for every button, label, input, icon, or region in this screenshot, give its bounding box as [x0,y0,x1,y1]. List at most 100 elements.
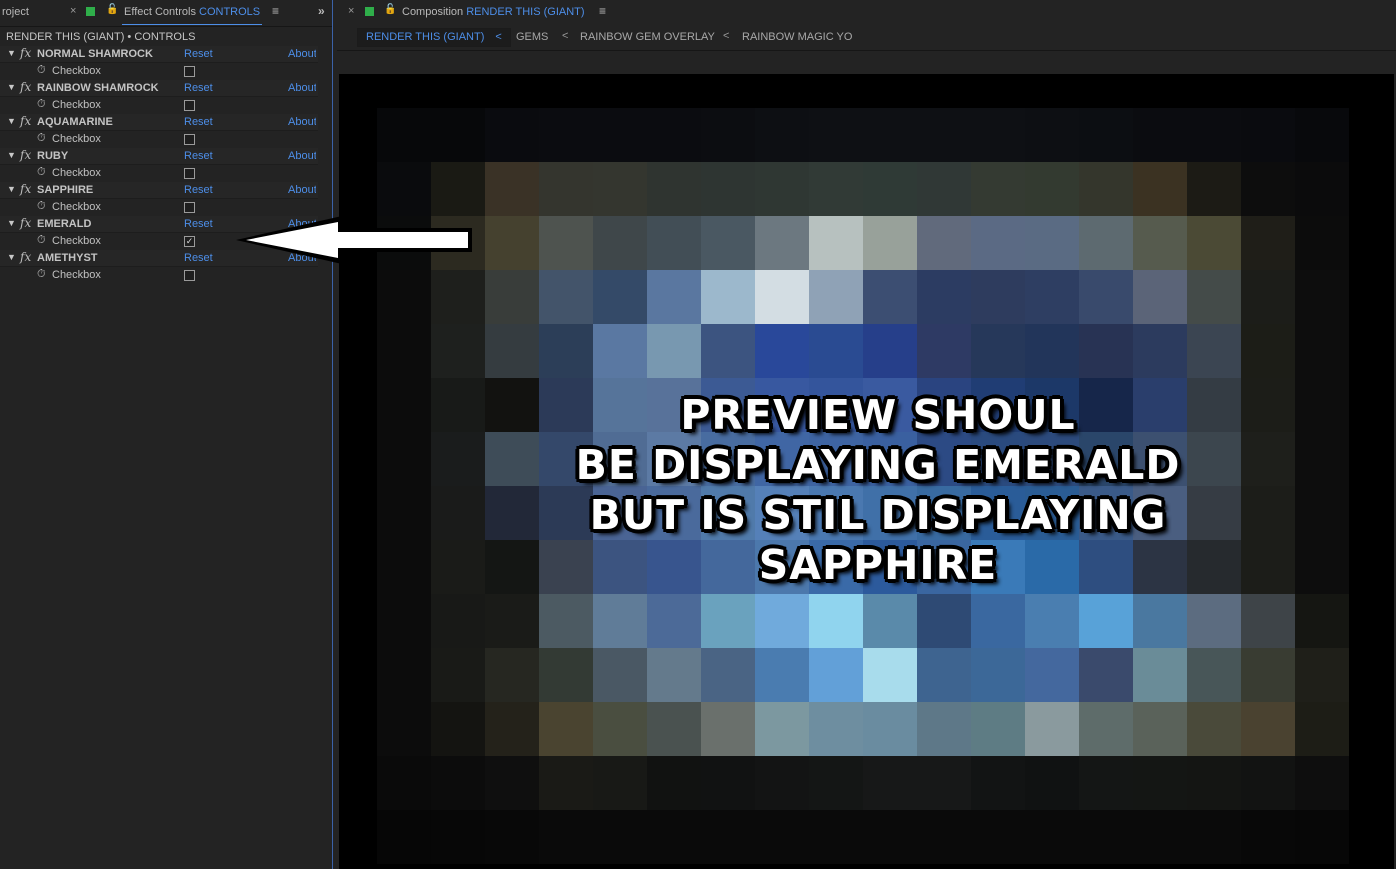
reset-link[interactable]: Reset [184,116,213,128]
flow-item-rainbow-gem-overlay[interactable]: RAINBOW GEM OVERLAY [580,31,715,43]
collapse-triangle-icon[interactable]: ▼ [7,48,16,58]
checkbox[interactable] [184,168,195,179]
breadcrumb: RENDER THIS (GIANT) • CONTROLS [6,31,196,43]
effect-controls-tab[interactable]: Effect Controls CONTROLS [124,6,260,18]
about-link[interactable]: About [288,48,316,60]
about-link[interactable]: About [288,82,316,94]
composition-tab[interactable]: Composition RENDER THIS (GIANT) [402,6,585,18]
checkbox[interactable] [184,202,195,213]
label-color-swatch [86,7,95,16]
overlay-line: BE DISPLAYING EMERALD [575,441,1181,489]
reset-link[interactable]: Reset [184,252,213,264]
checkbox-label: Checkbox [52,133,101,145]
checkbox-label: Checkbox [52,65,101,77]
flow-active-comp[interactable]: RENDER THIS (GIANT) < [357,28,511,47]
lock-icon[interactable]: 🔓 [106,4,118,15]
effect-name: SAPPHIRE [37,184,94,196]
stopwatch-icon[interactable]: ⏱ [37,64,46,77]
reset-link[interactable]: Reset [184,48,213,60]
checkbox[interactable] [184,100,195,111]
checkbox[interactable]: ✓ [184,236,195,247]
checkbox-property-row: ⏱ Checkbox [0,165,318,182]
stopwatch-icon[interactable]: ⏱ [37,166,46,179]
composition-name: RENDER THIS (GIANT) [466,6,585,18]
checkbox-property-row: ⏱ Checkbox [0,97,318,114]
lock-icon[interactable]: 🔓 [384,4,396,15]
fx-icon[interactable]: fx [20,250,31,264]
effect-row[interactable]: ▼ fx AQUAMARINE Reset About [0,114,318,131]
fx-icon[interactable]: fx [20,46,31,60]
checkbox-property-row: ⏱ Checkbox [0,131,318,148]
chevron-left-icon: < [723,30,730,42]
fx-icon[interactable]: fx [20,216,31,230]
about-link[interactable]: About [288,116,316,128]
stopwatch-icon[interactable]: ⏱ [37,132,46,145]
left-tab-strip: roject × 🔓 Effect Controls CONTROLS ≡ » [0,0,332,27]
stopwatch-icon[interactable]: ⏱ [37,200,46,213]
collapse-triangle-icon[interactable]: ▼ [7,184,16,194]
effect-name: NORMAL SHAMROCK [37,48,153,60]
composition-prefix: Composition [402,6,464,18]
panel-menu-icon[interactable]: ≡ [599,4,606,18]
overlay-line: BUT IS STIL DISPLAYING [589,491,1167,539]
overlay-line: SAPPHIRE [758,541,998,589]
overlay-line: PREVIEW SHOUL [680,391,1076,439]
chevron-left-icon: < [562,30,569,42]
composition-tab-strip: × 🔓 Composition RENDER THIS (GIANT) ≡ [337,0,1396,26]
collapse-triangle-icon[interactable]: ▼ [7,82,16,92]
checkbox-label: Checkbox [52,269,101,281]
effect-name: EMERALD [37,218,92,230]
collapse-triangle-icon[interactable]: ▼ [7,218,16,228]
composition-flow-bar: RENDER THIS (GIANT) < GEMS < RAINBOW GEM… [337,26,1396,51]
checkbox-label: Checkbox [52,167,101,179]
reset-link[interactable]: Reset [184,184,213,196]
effect-name: AQUAMARINE [37,116,113,128]
checkbox-property-row: ⏱ Checkbox [0,267,318,284]
collapse-triangle-icon[interactable]: ▼ [7,116,16,126]
fx-icon[interactable]: fx [20,80,31,94]
stopwatch-icon[interactable]: ⏱ [37,98,46,111]
checkbox-label: Checkbox [52,201,101,213]
arrow-annotation-icon [236,216,472,264]
checkbox[interactable] [184,270,195,281]
checkbox-label: Checkbox [52,235,101,247]
about-link[interactable]: About [288,184,316,196]
effect-name: RUBY [37,150,69,162]
close-icon[interactable]: × [348,5,354,17]
checkbox[interactable] [184,66,195,77]
effect-controls-panel: roject × 🔓 Effect Controls CONTROLS ≡ » … [0,0,333,869]
checkbox-label: Checkbox [52,99,101,111]
checkbox-property-row: ⏱ Checkbox [0,63,318,80]
overlay-annotation: PREVIEW SHOUL BE DISPLAYING EMERALD BUT … [540,390,1216,590]
stopwatch-icon[interactable]: ⏱ [37,268,46,281]
effect-name: AMETHYST [37,252,98,264]
fx-icon[interactable]: fx [20,114,31,128]
effect-row[interactable]: ▼ fx RUBY Reset About [0,148,318,165]
overflow-chevron-icon[interactable]: » [318,4,325,18]
effect-controls-tab-label: Effect Controls [124,6,196,18]
effect-row[interactable]: ▼ fx NORMAL SHAMROCK Reset About [0,46,318,63]
effect-row[interactable]: ▼ fx SAPPHIRE Reset About [0,182,318,199]
collapse-triangle-icon[interactable]: ▼ [7,252,16,262]
effect-name: RAINBOW SHAMROCK [37,82,159,94]
flow-active-label: RENDER THIS (GIANT) [366,31,485,43]
stopwatch-icon[interactable]: ⏱ [37,234,46,247]
reset-link[interactable]: Reset [184,218,213,230]
checkbox[interactable] [184,134,195,145]
close-icon[interactable]: × [70,5,76,17]
reset-link[interactable]: Reset [184,82,213,94]
flow-item-gems[interactable]: GEMS [516,31,548,43]
effect-row[interactable]: ▼ fx RAINBOW SHAMROCK Reset About [0,80,318,97]
about-link[interactable]: About [288,150,316,162]
label-color-swatch [365,7,374,16]
active-tab-underline [122,24,262,25]
collapse-triangle-icon[interactable]: ▼ [7,150,16,160]
chevron-left-icon: < [495,31,502,43]
panel-menu-icon[interactable]: ≡ [272,4,279,18]
effect-controls-tab-target: CONTROLS [199,6,261,18]
fx-icon[interactable]: fx [20,182,31,196]
flow-item-rainbow-magic-yo[interactable]: RAINBOW MAGIC YO [742,31,852,43]
reset-link[interactable]: Reset [184,150,213,162]
fx-icon[interactable]: fx [20,148,31,162]
project-tab[interactable]: roject [2,6,29,18]
